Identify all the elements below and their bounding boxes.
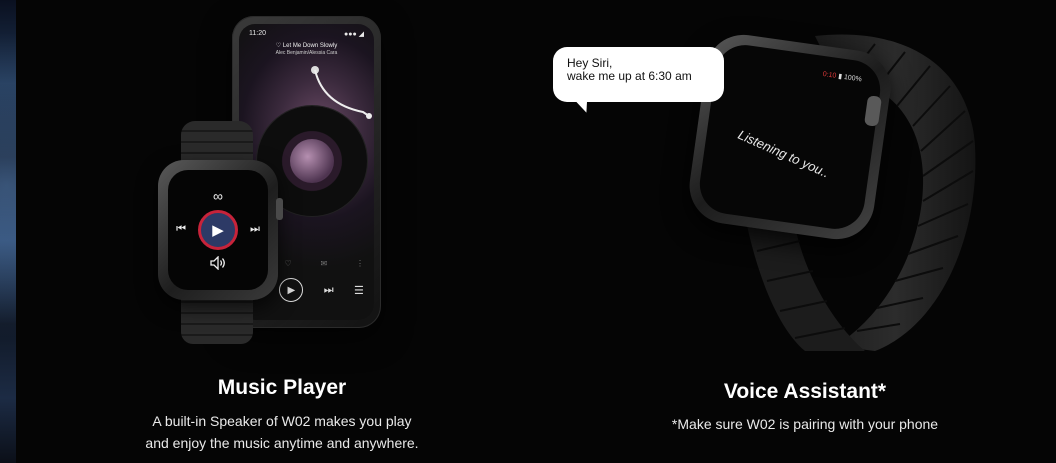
- bubble-line-2: wake me up at 6:30 am: [567, 69, 692, 83]
- song-artist: Alec Benjamin/Alessia Cara: [275, 50, 338, 56]
- voice-assistant-desc-line-1: *Make sure W02 is pairing with your phon…: [671, 416, 939, 432]
- speech-bubble: Hey Siri, wake me up at 6:30 am: [553, 47, 724, 102]
- left-watch-screen: ∞ ⏮ ▶ ⏭: [168, 170, 268, 290]
- right-watch-screen: 0:10 ▮ 100% Listening to you..: [695, 41, 885, 233]
- loop-icon[interactable]: ∞: [213, 188, 223, 204]
- comment-icon[interactable]: ✉: [320, 259, 327, 268]
- right-watch-status: 0:10 ▮ 100%: [822, 70, 862, 83]
- music-player-description: A built-in Speaker of W02 makes you play…: [92, 410, 472, 454]
- music-player-feature: Music Player A built-in Speaker of W02 m…: [92, 376, 472, 454]
- voice-assistant-title: Voice Assistant*: [723, 380, 887, 403]
- left-watch-crown: [276, 198, 283, 220]
- watch-prev-icon[interactable]: ⏮: [176, 223, 186, 236]
- phone-time: 11:20: [249, 30, 266, 37]
- more-icon[interactable]: ⋮: [356, 259, 364, 268]
- voice-assistant-description: *Make sure W02 is pairing with your phon…: [620, 413, 990, 435]
- watch-playback-row: ⏮ ▶ ⏭: [176, 209, 260, 250]
- music-player-desc-line-2: and enjoy the music anytime and anywhere…: [145, 435, 419, 451]
- product-feature-banner: 11:20 ●●● ◢ ♡ Let Me Down Slowly Alec Be…: [0, 0, 1056, 463]
- playlist-icon[interactable]: ☰: [354, 284, 364, 297]
- music-player-desc-line-1: A built-in Speaker of W02 makes you play: [152, 413, 412, 429]
- watch-play-button[interactable]: ▶: [198, 209, 238, 250]
- phone-signal: ●●● ◢: [343, 31, 364, 38]
- left-watch: ∞ ⏮ ▶ ⏭: [158, 160, 278, 300]
- watch-next-icon[interactable]: ⏭: [250, 223, 260, 236]
- song-title: ♡ Let Me Down Slowly: [275, 43, 338, 49]
- phone-next-icon[interactable]: ⏭: [324, 284, 334, 297]
- album-art: [290, 139, 334, 183]
- earth-edge-image: [0, 0, 16, 463]
- phone-play-button[interactable]: ▶: [279, 278, 304, 302]
- speaker-icon: [210, 254, 225, 271]
- phone-status-bar: 11:20 ●●● ◢: [249, 30, 364, 38]
- volume-icon[interactable]: [210, 254, 226, 273]
- voice-assistant-feature: Voice Assistant* *Make sure W02 is pairi…: [620, 380, 990, 435]
- battery-status: ▮ 100%: [837, 73, 863, 84]
- like-icon[interactable]: ♡: [285, 259, 292, 268]
- music-player-title: Music Player: [217, 376, 347, 399]
- recording-time: 0:10: [822, 70, 837, 80]
